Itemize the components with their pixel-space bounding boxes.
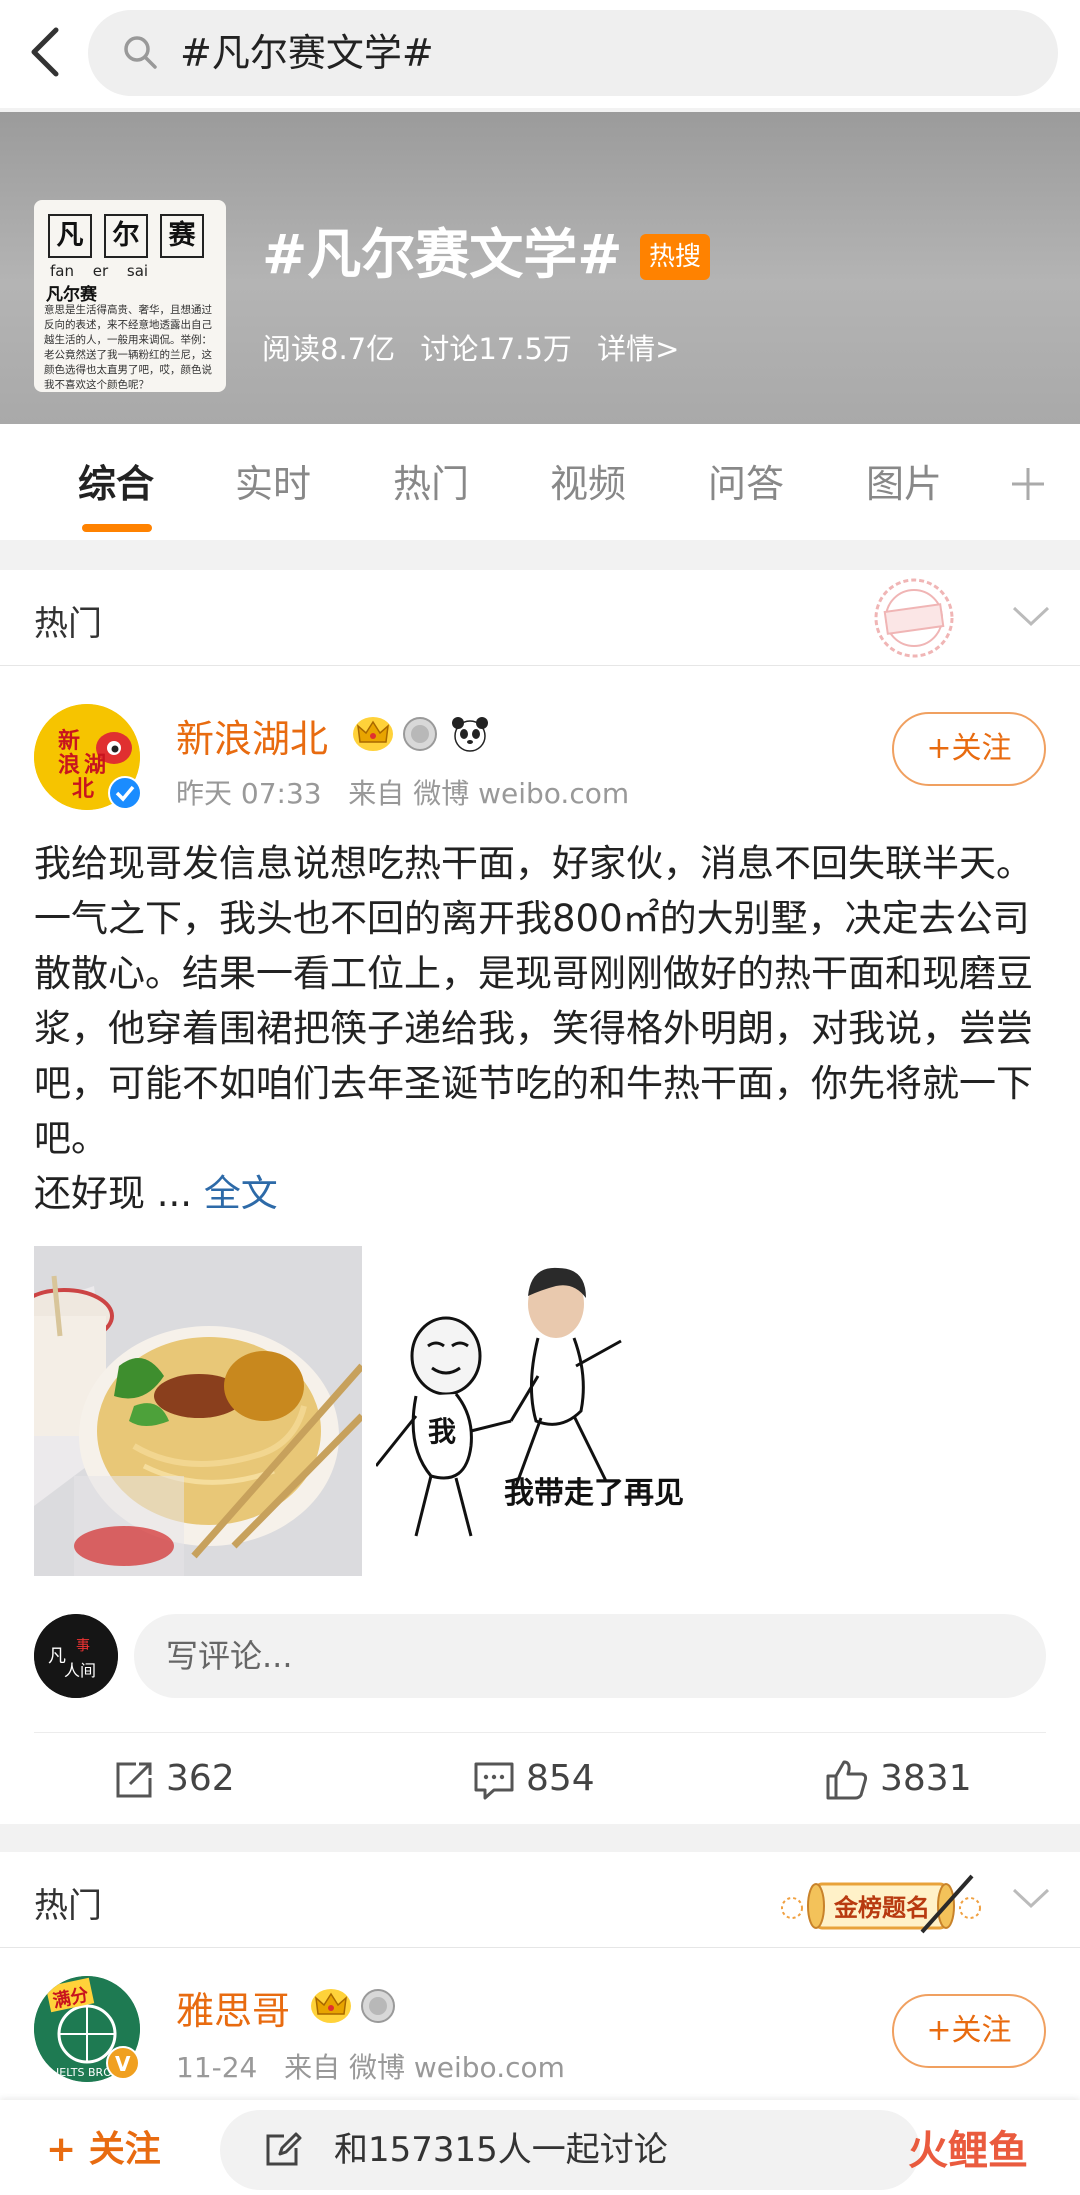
tab-qa[interactable]: 问答 — [708, 460, 784, 508]
chevron-down-icon[interactable] — [1010, 600, 1052, 630]
tab-bar: 综合 实时 热门 视频 问答 图片 — [0, 424, 1080, 540]
thumb-char: 赛 — [160, 214, 204, 258]
search-icon — [124, 36, 157, 69]
back-arrow-icon[interactable] — [22, 22, 72, 82]
my-avatar[interactable]: 凡 事 人间 — [34, 1614, 118, 1698]
post-source: 来自 微博 weibo.com — [284, 2051, 565, 2084]
post-card: 满分 IELTS BRO V 雅思哥 11-24 来自 微博 weibo.com… — [0, 1948, 1080, 2108]
section-header-hot-2: 热门 金榜题名 — [0, 1852, 1080, 1948]
thumb-char: 凡 — [48, 214, 92, 258]
topic-details-link[interactable]: 详情> — [597, 332, 679, 366]
crown-badge-icon — [311, 1989, 351, 2023]
tab-video[interactable]: 视频 — [550, 460, 626, 508]
like-count: 3831 — [880, 1758, 972, 1799]
banner-text: 金榜题名 — [833, 1893, 930, 1922]
repost-count: 362 — [166, 1758, 235, 1799]
bottom-bar: + 关注 和157315人一起讨论 火鲤鱼 — [0, 2100, 1080, 2195]
gold-list-scroll-icon: 金榜题名 — [781, 1874, 981, 1934]
tab-realtime[interactable]: 实时 — [235, 460, 311, 508]
thumb-word: 凡尔赛 — [46, 285, 97, 305]
topic-reads: 阅读8.7亿 — [262, 332, 396, 366]
repost-icon — [116, 1762, 152, 1798]
topic-thumbnail[interactable]: 凡 尔 赛 fan er sai 凡尔赛 意思是生活得高贵、奢华，且想通过反向的… — [34, 200, 226, 392]
author-name[interactable]: 新浪湖北 — [176, 708, 328, 763]
hot-search-badge: 热搜 — [640, 234, 710, 280]
svg-text:V: V — [115, 2052, 131, 2076]
topic-discussions: 讨论17.5万 — [420, 332, 572, 366]
add-tab-icon[interactable] — [1010, 466, 1046, 502]
svg-text:事: 事 — [76, 1638, 90, 1654]
meme-caption: 我带走了再见 — [504, 1476, 684, 1511]
post-image-meme[interactable]: 我 我带走了再见 — [376, 1246, 704, 1576]
svg-text:人间: 人间 — [64, 1661, 96, 1680]
post-body: 我给现哥发信息说想吃热干面，好家伙，消息不回失联半天。一气之下，我头也不回的离开… — [34, 836, 1054, 1221]
post-time: 11-24 — [176, 2051, 258, 2084]
comment-icon — [474, 1762, 514, 1800]
post-card: 新 浪 湖 北 新浪湖北 昨天 07:33 来自 微博 weibo.com +关… — [0, 666, 1080, 1824]
svg-text:浪: 浪 — [58, 752, 80, 778]
follow-button[interactable]: +关注 — [892, 712, 1046, 786]
search-query-text: #凡尔赛文学# — [180, 31, 434, 75]
thumb-pinyin: fan er sai — [50, 262, 149, 280]
tab-images[interactable]: 图片 — [866, 460, 946, 508]
medal-badge-icon — [361, 1989, 395, 2023]
post-text: 我给现哥发信息说想吃热干面，好家伙，消息不回失联半天。一气之下，我头也不回的离开… — [34, 842, 1033, 1160]
post-time: 昨天 07:33 — [176, 777, 322, 810]
watermark: 火鲤鱼 — [908, 2128, 1028, 2174]
join-discussion-button[interactable]: 和157315人一起讨论 — [220, 2110, 920, 2190]
comment-row: 凡 事 人间 写评论... — [0, 1606, 1080, 1716]
topic-stats: 阅读8.7亿 讨论17.5万 详情> — [262, 326, 695, 368]
topic-header: 凡 尔 赛 fan er sai 凡尔赛 意思是生活得高贵、奢华，且想通过反向的… — [0, 112, 1080, 424]
noodles-photo-icon — [34, 1246, 362, 1576]
svg-text:新: 新 — [58, 728, 80, 754]
thumb-description: 意思是生活得高贵、奢华，且想通过反向的表述，来不经意地透露出自己越生活的人，一般… — [44, 304, 212, 389]
like-button[interactable]: 3831 — [824, 1755, 972, 1805]
join-discussion-label: 和157315人一起讨论 — [334, 2130, 668, 2170]
author-name[interactable]: 雅思哥 — [176, 1980, 290, 2035]
search-header: #凡尔赛文学# — [0, 0, 1080, 108]
tab-comprehensive[interactable]: 综合 — [78, 460, 154, 508]
crown-badge-icon — [353, 717, 393, 751]
section-header-hot: 热门 — [0, 570, 1080, 666]
svg-text:湖: 湖 — [84, 753, 106, 778]
meme-label: 我 — [428, 1415, 456, 1448]
edit-icon — [266, 2132, 302, 2166]
search-input[interactable]: #凡尔赛文学# — [88, 10, 1058, 96]
repost-button[interactable]: 362 — [112, 1755, 235, 1805]
verified-badge-icon — [108, 776, 142, 810]
panda-badge-icon — [452, 717, 488, 752]
follow-topic-button[interactable]: + 关注 — [46, 2120, 161, 2172]
tab-active-indicator — [82, 524, 152, 532]
user-avatar-icon: 凡 事 人间 — [34, 1614, 118, 1698]
svg-text:IELTS BRO: IELTS BRO — [56, 2066, 112, 2079]
comment-count: 854 — [526, 1758, 595, 1799]
thumb-char: 尔 — [104, 214, 148, 258]
post-meta: 昨天 07:33 来自 微博 weibo.com — [176, 772, 629, 812]
expand-full-text-link[interactable]: 全文 — [204, 1172, 278, 1215]
meme-stick-figures-icon: 我 — [376, 1246, 704, 1576]
comment-button[interactable]: 854 — [472, 1755, 595, 1805]
post-meta: 11-24 来自 微博 weibo.com — [176, 2046, 565, 2086]
chevron-down-icon[interactable] — [1010, 1882, 1052, 1912]
post-actions: 362 854 3831 — [34, 1732, 1046, 1824]
verified-badge-icon: V — [106, 2046, 140, 2080]
svg-text:北: 北 — [72, 777, 94, 802]
medal-badge-icon — [403, 717, 437, 751]
tab-hot[interactable]: 热门 — [393, 460, 469, 508]
thumbs-up-icon — [826, 1760, 868, 1800]
post-text-tail: 还好现 ... — [34, 1172, 204, 1215]
headline-stamp-icon — [874, 578, 954, 658]
comment-input[interactable]: 写评论... — [134, 1614, 1046, 1698]
section-label: 热门 — [34, 1886, 102, 1926]
section-label: 热门 — [34, 604, 102, 644]
post-source: 来自 微博 weibo.com — [348, 777, 630, 810]
topic-title: #凡尔赛文学# — [262, 223, 623, 286]
post-image-noodles[interactable] — [34, 1246, 362, 1576]
follow-button[interactable]: +关注 — [892, 1994, 1046, 2068]
